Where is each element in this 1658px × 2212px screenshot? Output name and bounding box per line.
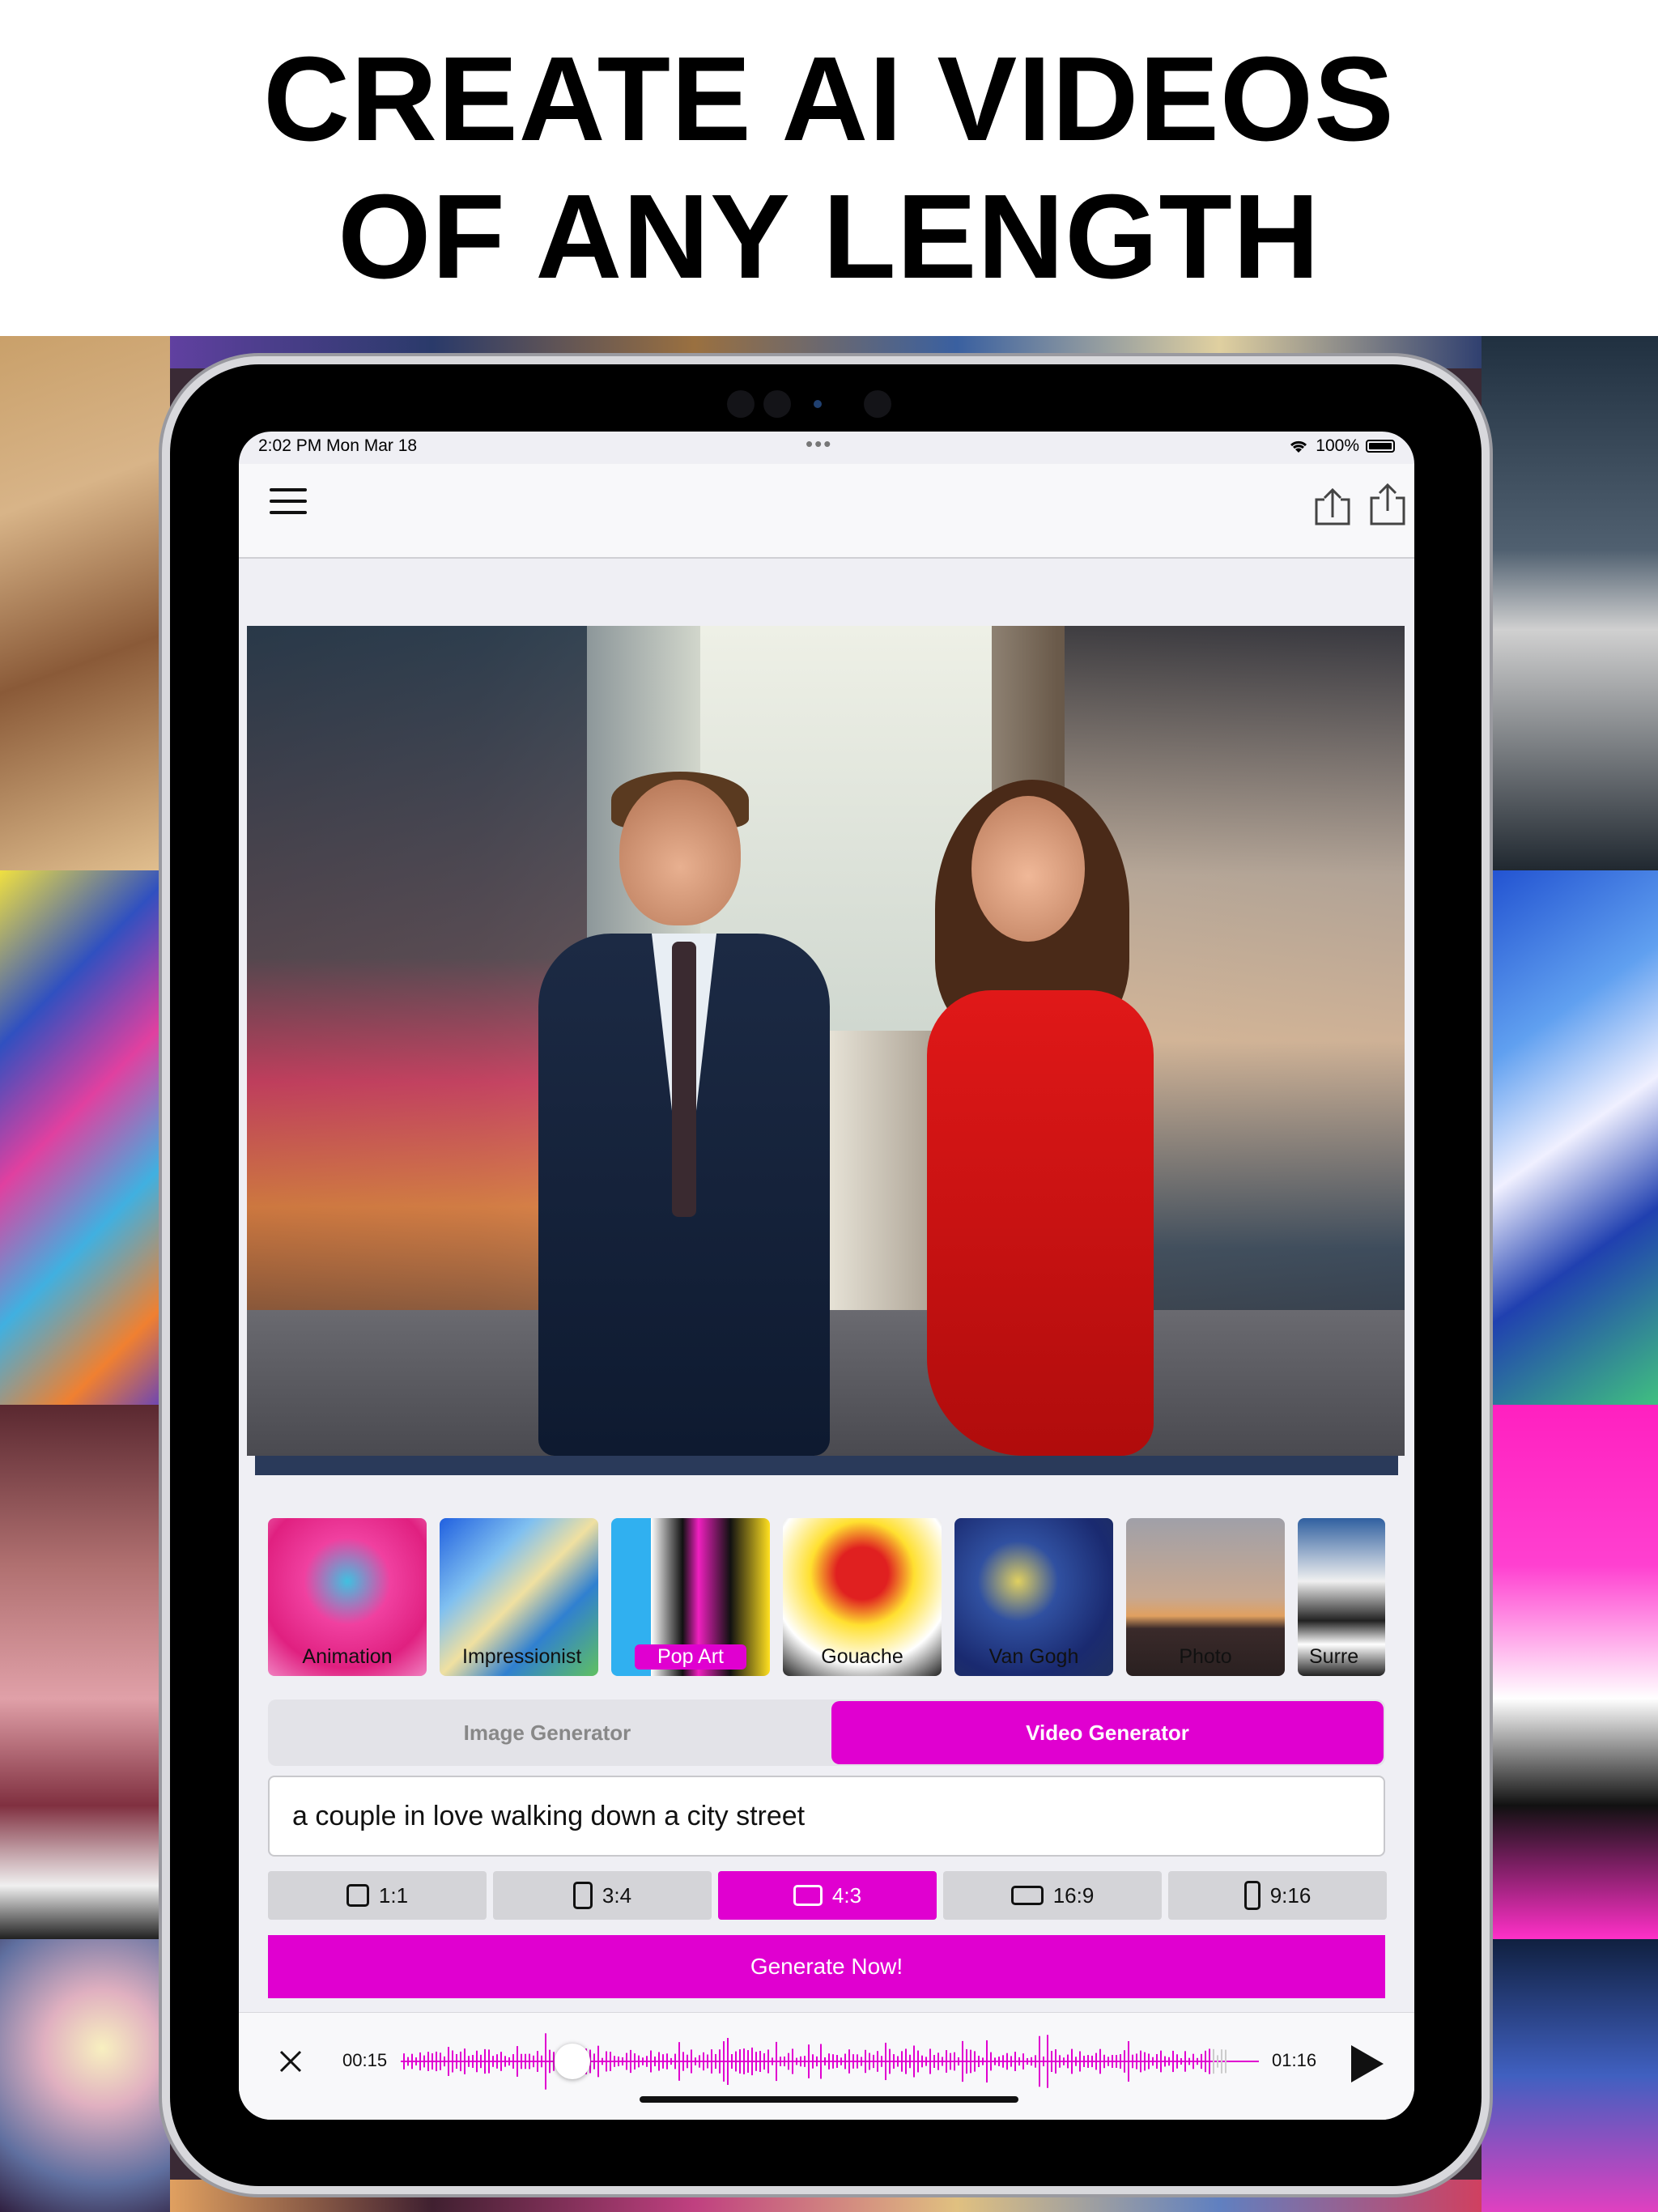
multitask-dots[interactable]: ••• bbox=[806, 432, 832, 457]
top-navigation-bar bbox=[239, 464, 1414, 559]
ratio-3-4-button[interactable]: 3:4 bbox=[493, 1871, 712, 1920]
ratio-1-1-button[interactable]: 1:1 bbox=[268, 1871, 487, 1920]
tab-video-generator[interactable]: Video Generator bbox=[831, 1701, 1384, 1764]
style-label: Van Gogh bbox=[988, 1645, 1079, 1668]
style-card-animation[interactable]: Animation bbox=[268, 1518, 427, 1676]
collage-tile bbox=[1482, 870, 1658, 1405]
app-screen: 2:02 PM Mon Mar 18 ••• 100% Animation Im… bbox=[239, 432, 1414, 2120]
collage-tile bbox=[0, 1939, 170, 2212]
style-label: Surre bbox=[1309, 1645, 1359, 1668]
tab-image-generator[interactable]: Image Generator bbox=[268, 1699, 827, 1766]
headline-line-2: OF ANY LENGTH bbox=[338, 169, 1320, 304]
status-right: 100% bbox=[1288, 436, 1395, 456]
camera-lens bbox=[814, 400, 822, 408]
status-time: 2:02 PM Mon Mar 18 bbox=[258, 436, 418, 455]
video-frame-bar bbox=[255, 1456, 1398, 1475]
style-card-gouache[interactable]: Gouache bbox=[783, 1518, 942, 1676]
sensor bbox=[864, 390, 891, 418]
style-card-van-gogh[interactable]: Van Gogh bbox=[954, 1518, 1113, 1676]
style-label: Animation bbox=[302, 1645, 393, 1668]
style-label: Pop Art bbox=[635, 1644, 746, 1670]
style-label: Impressionist bbox=[462, 1645, 582, 1668]
hamburger-menu-icon[interactable] bbox=[270, 488, 307, 521]
style-card-photo[interactable]: Photo bbox=[1126, 1518, 1285, 1676]
collage-tile bbox=[0, 870, 170, 1405]
style-carousel[interactable]: Animation Impressionist Pop Art Gouache … bbox=[268, 1518, 1385, 1676]
audio-waveform-scrubber[interactable] bbox=[401, 2029, 1259, 2094]
style-label: Gouache bbox=[821, 1645, 903, 1668]
video-preview[interactable] bbox=[247, 626, 1405, 1456]
collage-tile bbox=[1482, 1405, 1658, 1939]
style-card-impressionist[interactable]: Impressionist bbox=[440, 1518, 598, 1676]
style-card-pop-art[interactable]: Pop Art bbox=[611, 1518, 770, 1676]
tall-portrait-icon bbox=[1244, 1881, 1261, 1910]
wifi-icon bbox=[1290, 440, 1307, 453]
current-time: 00:15 bbox=[342, 2050, 388, 2070]
battery-icon bbox=[1366, 440, 1395, 453]
marketing-headline: CREATE AI VIDEOS OF ANY LENGTH bbox=[0, 0, 1658, 336]
import-icon[interactable] bbox=[1312, 482, 1354, 527]
collage-tile bbox=[0, 336, 170, 870]
play-icon[interactable] bbox=[1348, 2044, 1385, 2084]
generate-now-button[interactable]: Generate Now! bbox=[268, 1935, 1385, 1998]
status-bar: 2:02 PM Mon Mar 18 ••• 100% bbox=[239, 432, 1414, 464]
total-duration: 01:16 bbox=[1272, 2050, 1317, 2070]
headline-line-1: CREATE AI VIDEOS bbox=[263, 32, 1395, 166]
preview-woman-figure bbox=[878, 780, 1186, 1456]
ratio-label: 16:9 bbox=[1052, 1882, 1095, 1908]
ratio-16-9-button[interactable]: 16:9 bbox=[943, 1871, 1162, 1920]
tablet-device: 2:02 PM Mon Mar 18 ••• 100% Animation Im… bbox=[170, 364, 1482, 2186]
style-card-surrealism[interactable]: Surre bbox=[1298, 1518, 1385, 1676]
battery-percent: 100% bbox=[1316, 436, 1359, 455]
sensor bbox=[727, 390, 755, 418]
ratio-9-16-button[interactable]: 9:16 bbox=[1168, 1871, 1387, 1920]
collage-tile bbox=[170, 336, 1482, 368]
style-label: Photo bbox=[1179, 1645, 1232, 1668]
aspect-ratio-selector[interactable]: 1:1 3:4 4:3 16:9 9:16 bbox=[268, 1871, 1387, 1920]
preview-man-figure bbox=[514, 772, 854, 1456]
generator-mode-switch[interactable]: Image Generator Video Generator bbox=[268, 1699, 1385, 1766]
close-icon[interactable] bbox=[274, 2045, 307, 2078]
prompt-input[interactable] bbox=[268, 1776, 1385, 1857]
ratio-label: 9:16 bbox=[1269, 1882, 1312, 1908]
collage-tile bbox=[0, 1405, 170, 1939]
portrait-icon bbox=[572, 1882, 593, 1909]
square-icon bbox=[346, 1884, 369, 1907]
ratio-label: 1:1 bbox=[378, 1882, 409, 1908]
collage-tile bbox=[1482, 336, 1658, 870]
widescreen-icon bbox=[1010, 1886, 1044, 1905]
audio-player: 00:15 01:16 bbox=[239, 2012, 1414, 2120]
share-icon[interactable] bbox=[1367, 482, 1409, 527]
home-indicator bbox=[640, 2096, 1018, 2103]
ratio-label: 3:4 bbox=[602, 1882, 632, 1908]
landscape-icon bbox=[793, 1885, 823, 1906]
ratio-label: 4:3 bbox=[831, 1882, 862, 1908]
scrubber-handle[interactable] bbox=[555, 2044, 590, 2079]
camera bbox=[763, 390, 791, 418]
collage-tile bbox=[1482, 1939, 1658, 2212]
ratio-4-3-button[interactable]: 4:3 bbox=[718, 1871, 937, 1920]
